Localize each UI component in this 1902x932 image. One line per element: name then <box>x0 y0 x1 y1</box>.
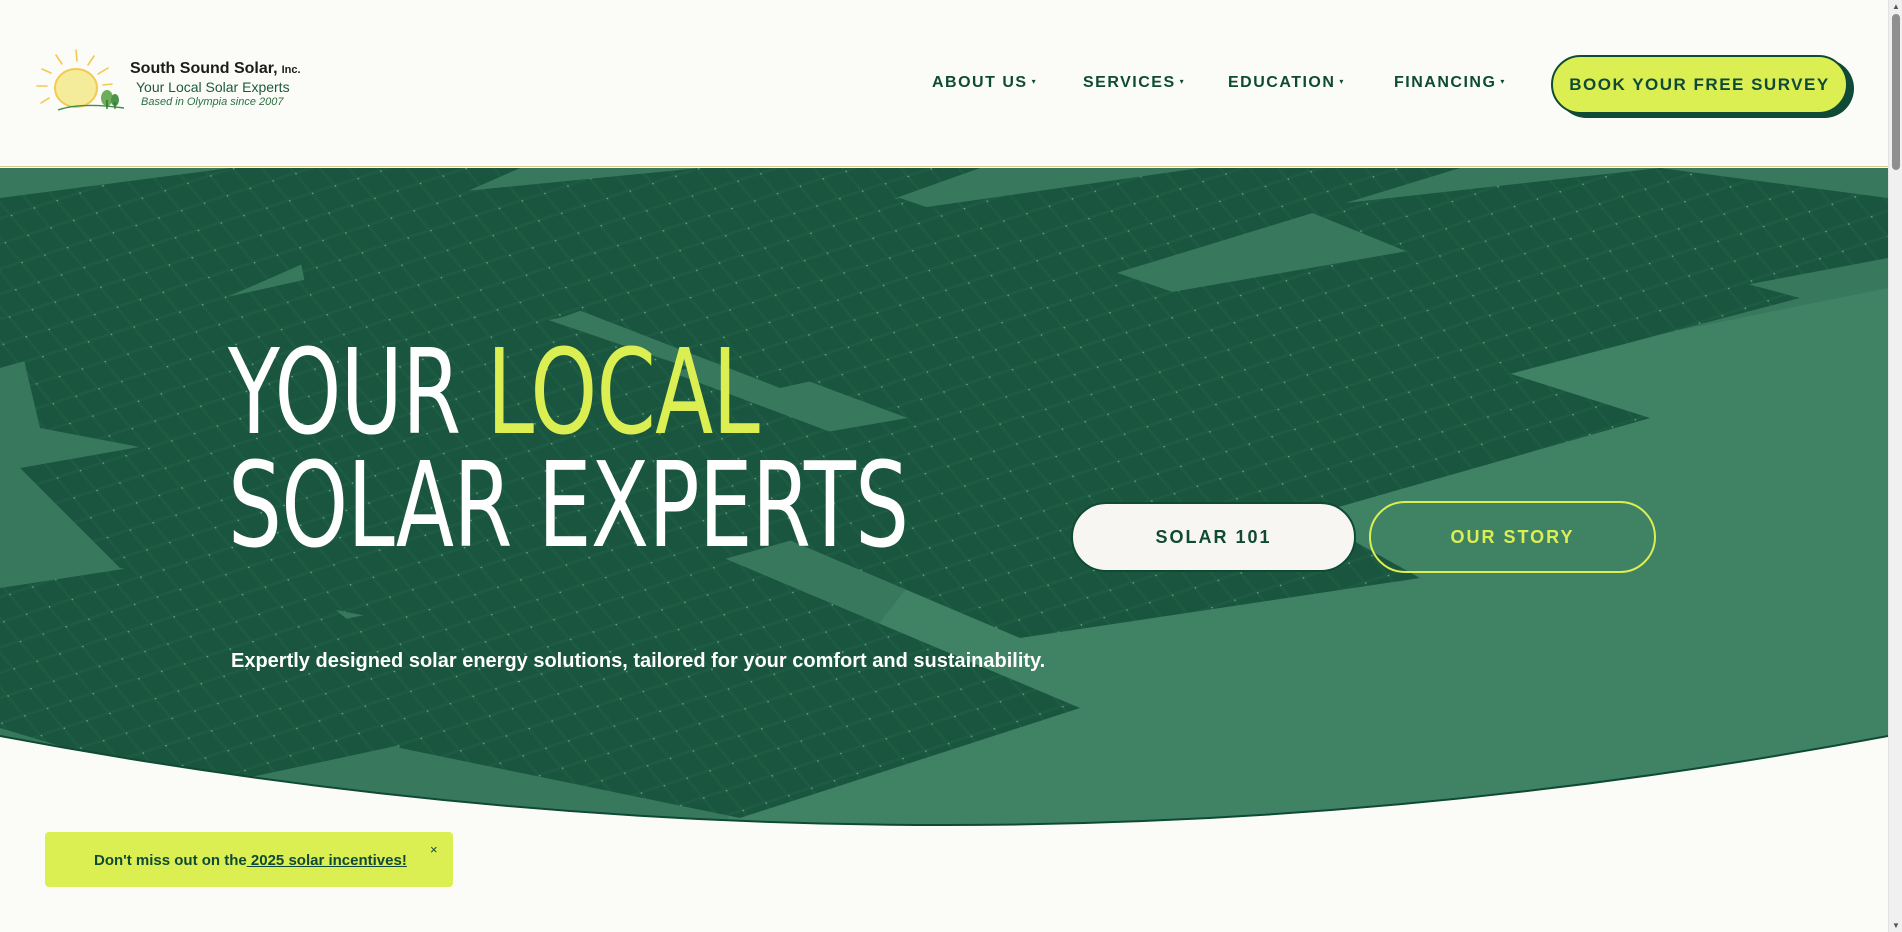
notice-text-prefix: Don't miss out on the <box>94 852 247 869</box>
nav-about-us-label: ABOUT US <box>932 74 1028 91</box>
hero-title-line1: YOUR LOCAL <box>228 333 908 451</box>
incentives-link[interactable]: 2025 solar incentives! <box>247 852 407 869</box>
nav-services[interactable]: SERVICES ▾ <box>1083 74 1185 92</box>
nav-financing-label: FINANCING <box>1394 74 1497 91</box>
book-free-survey-button[interactable]: BOOK YOUR FREE SURVEY <box>1551 55 1848 114</box>
logo-tagline: Your Local Solar Experts <box>136 79 290 95</box>
scroll-down-icon[interactable]: ▼ <box>1892 921 1900 930</box>
scroll-up-icon[interactable]: ▲ <box>1892 2 1900 11</box>
page-scrollbar[interactable]: ▲ ▼ <box>1888 0 1902 932</box>
sun-with-trees-icon <box>36 49 125 111</box>
logo-inc-text: Inc. <box>281 64 301 76</box>
scrollbar-thumb[interactable] <box>1892 14 1900 170</box>
hero-section: YOUR LOCAL SOLAR EXPERTS SOLAR 101 OUR S… <box>0 168 1888 854</box>
caret-down-icon: ▾ <box>1500 77 1506 86</box>
nav-financing[interactable]: FINANCING ▾ <box>1394 74 1506 92</box>
nav-services-label: SERVICES <box>1083 74 1176 91</box>
logo-company-name: South Sound Solar, Inc. <box>130 60 301 78</box>
logo-since: Based in Olympia since 2007 <box>141 96 284 108</box>
hero-title: YOUR LOCAL SOLAR EXPERTS <box>228 333 909 574</box>
nav-about-us[interactable]: ABOUT US ▾ <box>932 74 1037 92</box>
incentives-notice: Don't miss out on the 2025 solar incenti… <box>45 832 453 887</box>
caret-down-icon: ▾ <box>1179 77 1186 86</box>
caret-down-icon: ▾ <box>1031 77 1038 86</box>
nav-education-label: EDUCATION <box>1228 74 1336 91</box>
caret-down-icon: ▾ <box>1339 77 1345 86</box>
close-icon[interactable]: × <box>430 842 438 857</box>
logo-name-text: South Sound Solar, <box>130 60 278 77</box>
hero-title-line2: SOLAR EXPERTS <box>228 436 909 574</box>
hero-subtitle: Expertly designed solar energy solutions… <box>231 650 1046 672</box>
site-header: South Sound Solar, Inc. Your Local Solar … <box>0 0 1888 167</box>
our-story-button[interactable]: OUR STORY <box>1369 501 1656 573</box>
solar-101-button[interactable]: SOLAR 101 <box>1071 502 1356 572</box>
nav-education[interactable]: EDUCATION ▾ <box>1228 74 1345 92</box>
site-logo[interactable]: South Sound Solar, Inc. Your Local Solar … <box>36 48 306 120</box>
notice-text: Don't miss out on the 2025 solar incenti… <box>94 852 407 869</box>
